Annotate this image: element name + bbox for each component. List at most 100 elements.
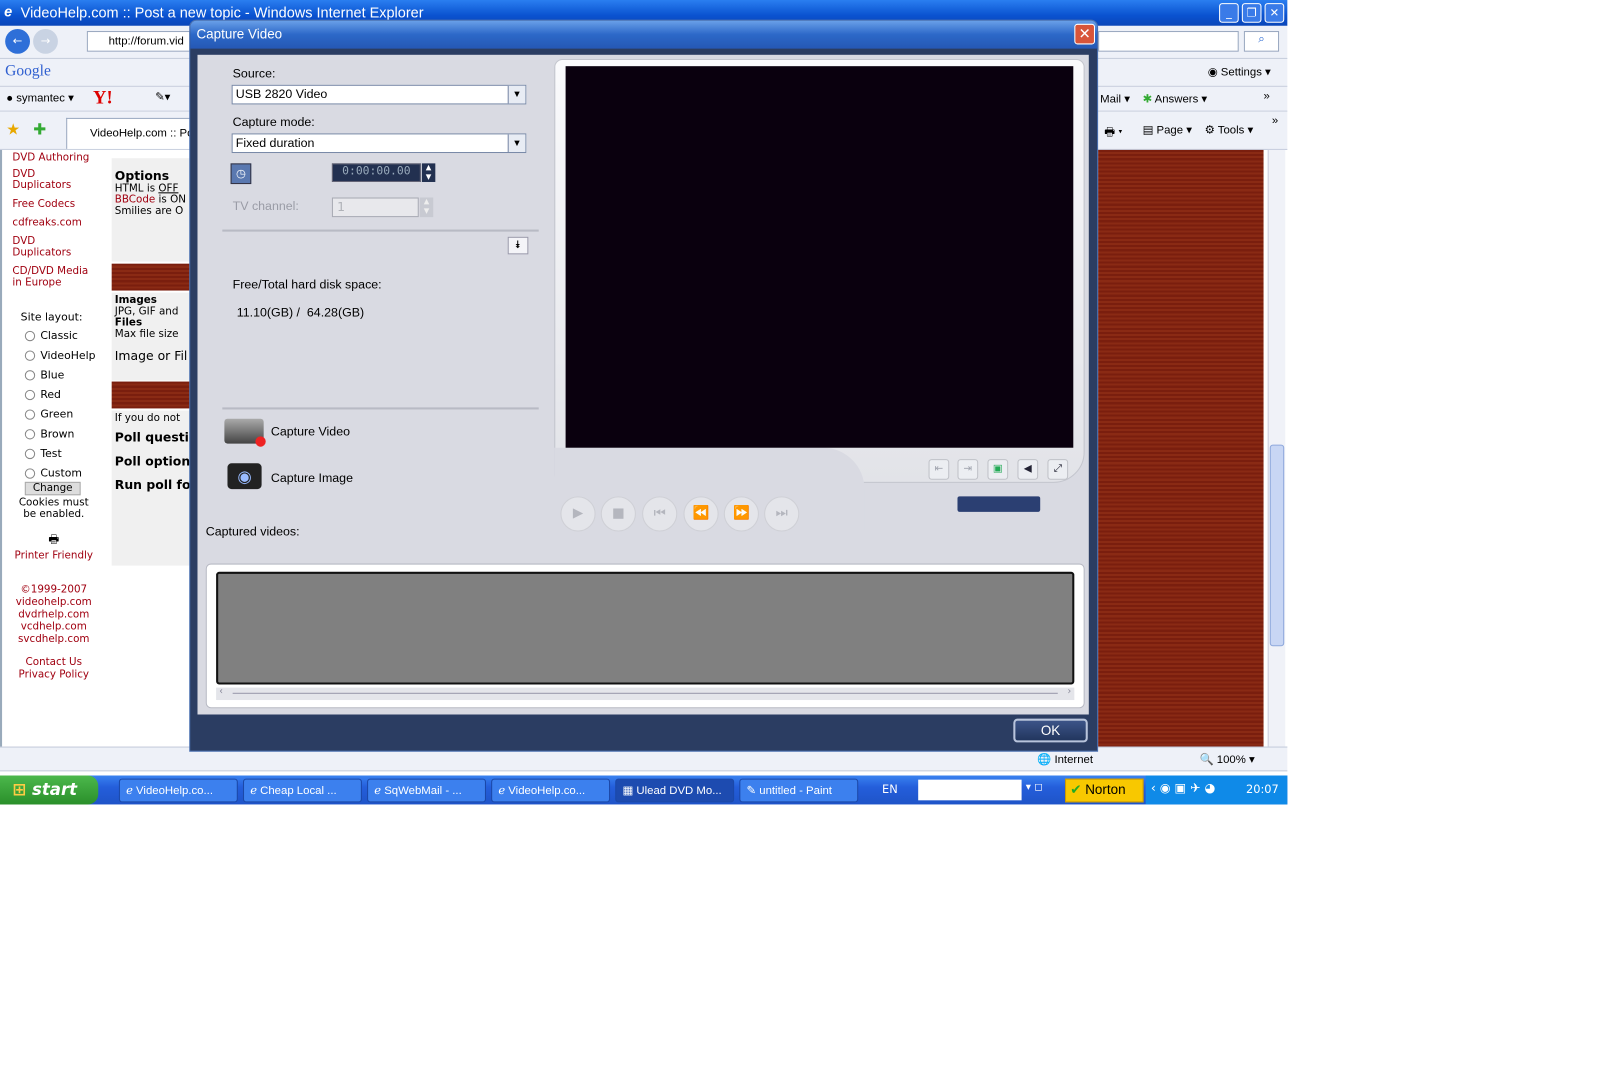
image-or-file-label: Image or Fil: [114, 348, 188, 363]
source-label: Source:: [232, 66, 276, 81]
check-icon: ✔: [1070, 781, 1082, 798]
sidebar-link[interactable]: DVD Duplicators: [12, 236, 74, 259]
section-header-bar: [111, 263, 193, 291]
taskbar-item[interactable]: ℯ Cheap Local ...: [242, 778, 362, 803]
address-bar[interactable]: http://forum.vid: [86, 31, 191, 52]
site-sidebar: DVD Authoring DVD Duplicators Free Codec…: [0, 149, 110, 747]
camcorder-icon[interactable]: [224, 418, 266, 447]
start-button[interactable]: ⊞ start: [0, 775, 99, 805]
ie-icon: e: [4, 3, 13, 20]
duration-input[interactable]: 0:00:00.00: [331, 163, 421, 182]
dropdown-icon[interactable]: ▾ ◻: [1026, 782, 1043, 793]
captured-videos-label: Captured videos:: [205, 524, 300, 539]
skip-start-button[interactable]: ⏮: [642, 496, 678, 532]
mark-in-icon[interactable]: ⇤: [928, 459, 950, 480]
page-scrollbar[interactable]: [1267, 149, 1286, 747]
zoom-level[interactable]: 🔍 100% ▾: [1199, 753, 1254, 766]
stop-button[interactable]: ■: [600, 496, 636, 532]
video-preview-screen: [565, 66, 1074, 448]
layout-radio[interactable]: Custom: [24, 467, 110, 480]
forward-button[interactable]: →: [33, 28, 58, 54]
browser-tab[interactable]: VideoHelp.com :: Pos: [66, 117, 196, 149]
ok-button[interactable]: OK: [1013, 718, 1088, 743]
layout-radio[interactable]: VideoHelp: [24, 349, 110, 362]
printer-friendly-link[interactable]: Printer Friendly: [12, 550, 95, 561]
clock-icon[interactable]: ◷: [230, 163, 252, 185]
files-text: Max file size: [114, 328, 179, 341]
rewind-button[interactable]: ⏪: [683, 496, 719, 532]
answers-icon: ✱: [1142, 93, 1153, 106]
change-layout-button[interactable]: Change: [24, 481, 81, 496]
clock: 20:07: [1245, 782, 1279, 797]
sidebar-link[interactable]: Free Codecs: [12, 199, 109, 210]
page-menu[interactable]: ▤ Page ▾: [1143, 123, 1192, 136]
scrollbar-thumb[interactable]: [1269, 444, 1285, 647]
search-icon[interactable]: ⌕: [1243, 31, 1280, 52]
disk-space-value: 11.10(GB) / 64.28(GB): [236, 305, 365, 320]
minimize-button[interactable]: _: [1219, 3, 1239, 23]
capture-video-button[interactable]: Capture Video: [271, 424, 350, 438]
duration-spinner[interactable]: ▲ ▼: [421, 163, 436, 182]
contact-link[interactable]: Contact Us: [12, 657, 95, 668]
system-tray: ‹ ◉ ▣ ✈ ◕ 20:07: [1145, 775, 1288, 805]
play-button[interactable]: ▶: [560, 496, 596, 532]
layout-radio[interactable]: Test: [24, 448, 110, 460]
expand-icon[interactable]: ⯯: [507, 236, 529, 255]
mark-out-icon[interactable]: ⇥: [957, 459, 979, 480]
privacy-link[interactable]: Privacy Policy: [12, 669, 95, 680]
taskbar-address-input[interactable]: [918, 779, 1022, 801]
pencil-icon[interactable]: ✎▾: [155, 90, 170, 103]
tray-icons[interactable]: ‹ ◉ ▣ ✈ ◕: [1151, 781, 1216, 795]
toolbar-overflow[interactable]: »: [1264, 90, 1270, 102]
print-button[interactable]: 🖶 ▾: [1104, 123, 1122, 143]
settings-button[interactable]: ◉ Settings ▾: [1208, 65, 1271, 78]
site-layout-label: Site layout:: [20, 311, 83, 324]
back-button[interactable]: ←: [5, 28, 30, 54]
dialog-close-button[interactable]: ✕: [1074, 23, 1096, 45]
layout-radio[interactable]: Blue: [24, 369, 110, 382]
capture-image-button[interactable]: Capture Image: [271, 470, 353, 484]
taskbar-item[interactable]: ℯ SqWebMail - ...: [367, 778, 486, 803]
taskbar-item[interactable]: ℯ VideoHelp.co...: [118, 778, 238, 803]
answers-button[interactable]: ✱ Answers ▾: [1143, 92, 1208, 105]
taskbar-item[interactable]: ✎ untitled - Paint: [739, 778, 859, 803]
norton-button[interactable]: ✔ Norton: [1065, 778, 1144, 803]
poll-question-label: Poll questio: [114, 430, 193, 445]
taskbar-item-active[interactable]: ▦ Ulead DVD Mo...: [615, 778, 735, 803]
skip-end-button[interactable]: ⏭: [764, 496, 800, 532]
capture-mode-select[interactable]: Fixed duration ▼: [231, 133, 527, 154]
tools-menu[interactable]: ⚙ Tools ▾: [1205, 123, 1254, 136]
search-input[interactable]: [1098, 31, 1239, 52]
symantec-button[interactable]: ● symantec ▾: [6, 91, 74, 104]
tv-channel-spinner: ▲ ▼: [419, 197, 434, 218]
sidebar-link[interactable]: DVD Authoring: [12, 152, 109, 163]
restore-button[interactable]: ❐: [1241, 3, 1262, 23]
sidebar-link[interactable]: cdfreaks.com: [12, 217, 109, 228]
volume-icon[interactable]: ◀: [1017, 459, 1039, 480]
favorites-star-icon[interactable]: ★: [6, 120, 20, 139]
commandbar-overflow[interactable]: »: [1272, 115, 1278, 127]
disk-space-label: Free/Total hard disk space:: [232, 277, 382, 292]
monitor-icon[interactable]: ▣: [987, 459, 1009, 480]
language-indicator[interactable]: EN: [882, 783, 898, 796]
source-select[interactable]: USB 2820 Video ▼: [231, 84, 527, 105]
address-text[interactable]: http://forum.vid: [109, 35, 184, 47]
yahoo-button[interactable]: Y!: [93, 87, 113, 109]
close-window-button[interactable]: ✕: [1264, 3, 1285, 23]
tv-channel-input: 1: [331, 197, 419, 218]
fast-forward-button[interactable]: ⏩: [723, 496, 759, 532]
sidebar-link[interactable]: DVD Duplicators: [12, 169, 74, 192]
camera-icon[interactable]: ◉: [227, 463, 262, 490]
copyright-links[interactable]: ©1999-2007 videohelp.com dvdrhelp.com vcdhe…: [12, 584, 95, 646]
captured-videos-list[interactable]: [216, 571, 1075, 685]
layout-radio[interactable]: Classic: [24, 330, 110, 342]
fullscreen-icon[interactable]: ⤢: [1047, 459, 1069, 480]
captured-videos-scrollbar[interactable]: ‹ ›: [216, 687, 1075, 701]
sidebar-link[interactable]: CD/DVD Media in Europe: [12, 266, 100, 289]
layout-radio[interactable]: Red: [24, 389, 110, 401]
layout-radio[interactable]: Brown: [24, 428, 110, 440]
add-favorites-icon[interactable]: ✚: [33, 120, 46, 139]
layout-radio[interactable]: Green: [24, 408, 110, 421]
mail-button[interactable]: Mail ▾: [1100, 92, 1130, 105]
taskbar-item[interactable]: ℯ VideoHelp.co...: [491, 778, 611, 803]
